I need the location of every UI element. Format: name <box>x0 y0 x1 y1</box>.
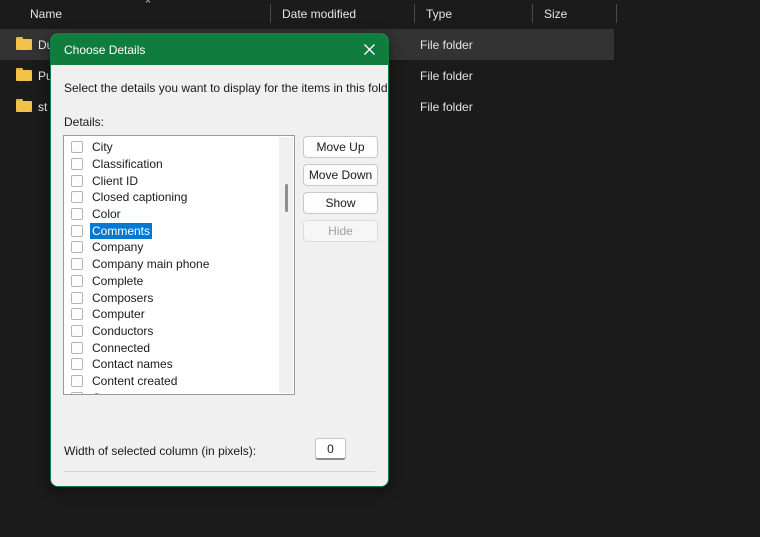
checkbox-icon[interactable] <box>71 174 83 187</box>
details-list-item-label: Company main phone <box>92 257 210 272</box>
checkbox-icon[interactable] <box>71 241 83 254</box>
checkbox-icon[interactable] <box>71 358 83 371</box>
checkbox-icon[interactable] <box>71 308 83 321</box>
checkbox-icon[interactable] <box>71 224 83 237</box>
details-list-item[interactable]: Comments <box>64 222 294 239</box>
column-header-row: ⌃ Name Date modified Type Size <box>0 0 760 27</box>
file-name: st <box>38 99 48 114</box>
details-list-scrollbar[interactable] <box>279 137 293 393</box>
dialog-titlebar[interactable]: Choose Details <box>51 34 388 65</box>
checkbox-icon[interactable] <box>71 158 83 171</box>
column-header-date-modified[interactable]: Date modified <box>272 0 356 27</box>
details-list-item-label: Client ID <box>92 173 139 188</box>
column-width-input[interactable]: 0 <box>315 438 346 460</box>
sort-ascending-icon[interactable]: ⌃ <box>141 0 155 11</box>
details-list-item-label: Classification <box>92 157 163 172</box>
details-list-item[interactable]: Computer <box>64 306 294 323</box>
details-list-item[interactable]: Contact names <box>64 356 294 373</box>
footer-divider <box>64 471 375 472</box>
details-list-item[interactable]: Content created <box>64 373 294 390</box>
column-width-label: Width of selected column (in pixels): <box>64 444 257 458</box>
details-list-item-label: City <box>92 140 113 155</box>
details-list-item[interactable]: Color <box>64 206 294 223</box>
details-list-item-label: Content created <box>92 373 178 388</box>
file-type: File folder <box>420 37 473 52</box>
column-header-name[interactable]: Name <box>20 0 62 27</box>
details-list-item-label: Color <box>92 207 121 222</box>
details-list-item[interactable]: Company main phone <box>64 256 294 273</box>
column-separator[interactable] <box>414 4 415 23</box>
checkbox-icon[interactable] <box>71 374 83 387</box>
column-separator[interactable] <box>532 4 533 23</box>
checkbox-icon[interactable] <box>71 208 83 221</box>
checkbox-icon[interactable] <box>71 141 83 154</box>
details-list-label: Details: <box>64 115 105 129</box>
checkbox-icon[interactable] <box>71 191 83 204</box>
details-list-item-label: Conductors <box>92 323 154 338</box>
details-list-item[interactable]: Complete <box>64 273 294 290</box>
details-list-item-label: Comments <box>90 222 153 239</box>
details-list-item-label: Computer <box>92 307 145 322</box>
details-list-item-label: Company <box>92 240 144 255</box>
folder-icon <box>16 99 32 112</box>
details-list-item[interactable]: Classification <box>64 156 294 173</box>
dialog-title: Choose Details <box>64 42 146 57</box>
details-list-item[interactable]: Composers <box>64 289 294 306</box>
details-list-item-label: Contact names <box>92 357 173 372</box>
hide-button: Hide <box>303 220 378 242</box>
choose-details-dialog: Choose Details Select the details you wa… <box>50 33 389 487</box>
details-list-item-label: Connected <box>92 340 151 355</box>
column-header-size[interactable]: Size <box>534 0 567 27</box>
details-list-item[interactable]: Client ID <box>64 172 294 189</box>
checkbox-icon[interactable] <box>71 258 83 271</box>
column-separator[interactable] <box>270 4 271 23</box>
column-header-type[interactable]: Type <box>416 0 452 27</box>
details-list-item-label: Complete <box>92 273 144 288</box>
dialog-instruction-text: Select the details you want to display f… <box>64 81 389 95</box>
file-type: File folder <box>420 68 473 83</box>
scrollbar-thumb[interactable] <box>285 184 288 212</box>
show-button[interactable]: Show <box>303 192 378 214</box>
move-up-button[interactable]: Move Up <box>303 136 378 158</box>
column-separator[interactable] <box>616 4 617 23</box>
ok-button[interactable]: OK <box>220 486 292 487</box>
checkbox-icon[interactable] <box>71 274 83 287</box>
details-list-item[interactable]: Closed captioning <box>64 189 294 206</box>
folder-icon <box>16 37 32 50</box>
checkbox-icon[interactable] <box>71 341 83 354</box>
details-list-item[interactable]: Content status <box>64 389 294 394</box>
move-down-button[interactable]: Move Down <box>303 164 378 186</box>
checkbox-icon[interactable] <box>71 391 83 394</box>
cancel-button[interactable]: Cancel <box>302 486 374 487</box>
close-icon[interactable] <box>350 34 388 65</box>
details-list-item[interactable]: Conductors <box>64 323 294 340</box>
dialog-body: Select the details you want to display f… <box>51 65 388 486</box>
details-list-item[interactable]: City <box>64 139 294 156</box>
details-list-item[interactable]: Connected <box>64 339 294 356</box>
details-list-box[interactable]: City Classification Client ID Closed captio… <box>63 135 295 395</box>
details-list-item-label: Closed captioning <box>92 190 188 205</box>
checkbox-icon[interactable] <box>71 324 83 337</box>
details-list-item-label: Composers <box>92 290 154 305</box>
details-list-item[interactable]: Company <box>64 239 294 256</box>
file-type: File folder <box>420 99 473 114</box>
checkbox-icon[interactable] <box>71 291 83 304</box>
folder-icon <box>16 68 32 81</box>
details-list-item-label: Content status <box>90 390 171 394</box>
details-list-items: City Classification Client ID Closed captio… <box>64 136 294 394</box>
